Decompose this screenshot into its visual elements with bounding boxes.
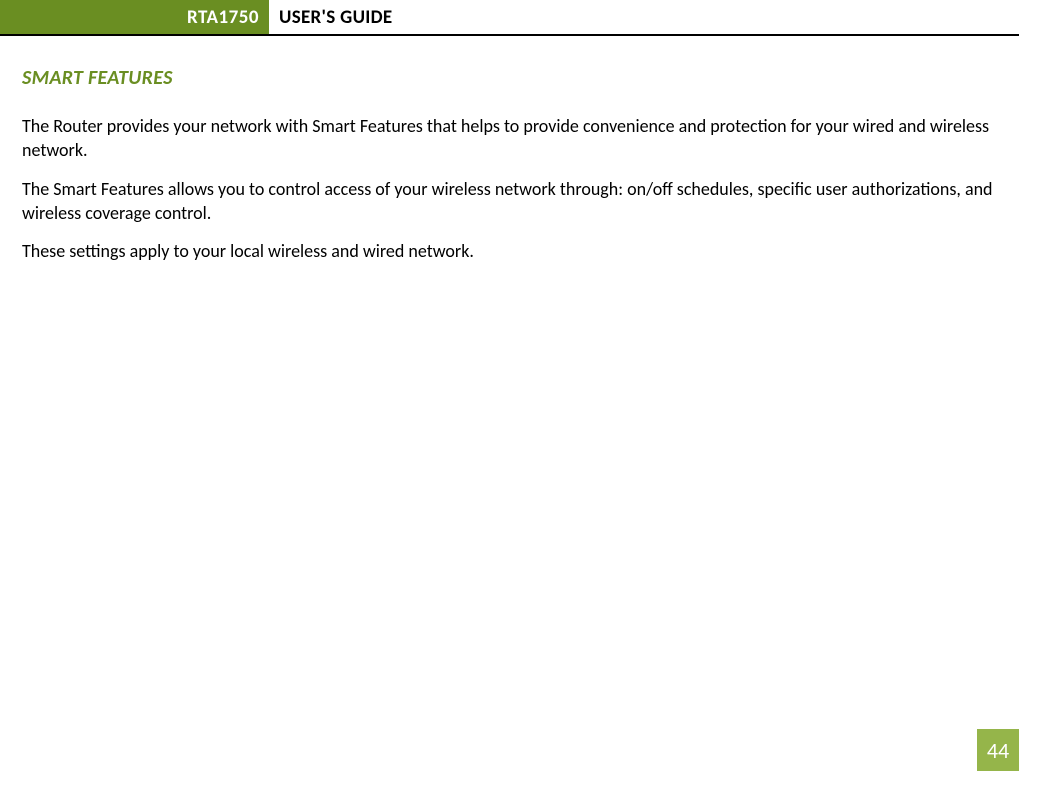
model-badge: RTA1750 [0,0,269,34]
page-number: 44 [977,729,1019,771]
section-heading: SMART FEATURES [22,66,1019,90]
body-paragraph: The Smart Features allows you to control… [22,177,1019,226]
body-paragraph: The Router provides your network with Sm… [22,114,1019,163]
page-number-value: 44 [987,737,1009,764]
page-content: SMART FEATURES The Router provides your … [0,36,1041,263]
document-title: USER'S GUIDE [269,0,392,34]
body-paragraph: These settings apply to your local wirel… [22,239,1019,263]
document-header: RTA1750 USER'S GUIDE [0,0,1019,36]
model-label: RTA1750 [187,6,259,29]
